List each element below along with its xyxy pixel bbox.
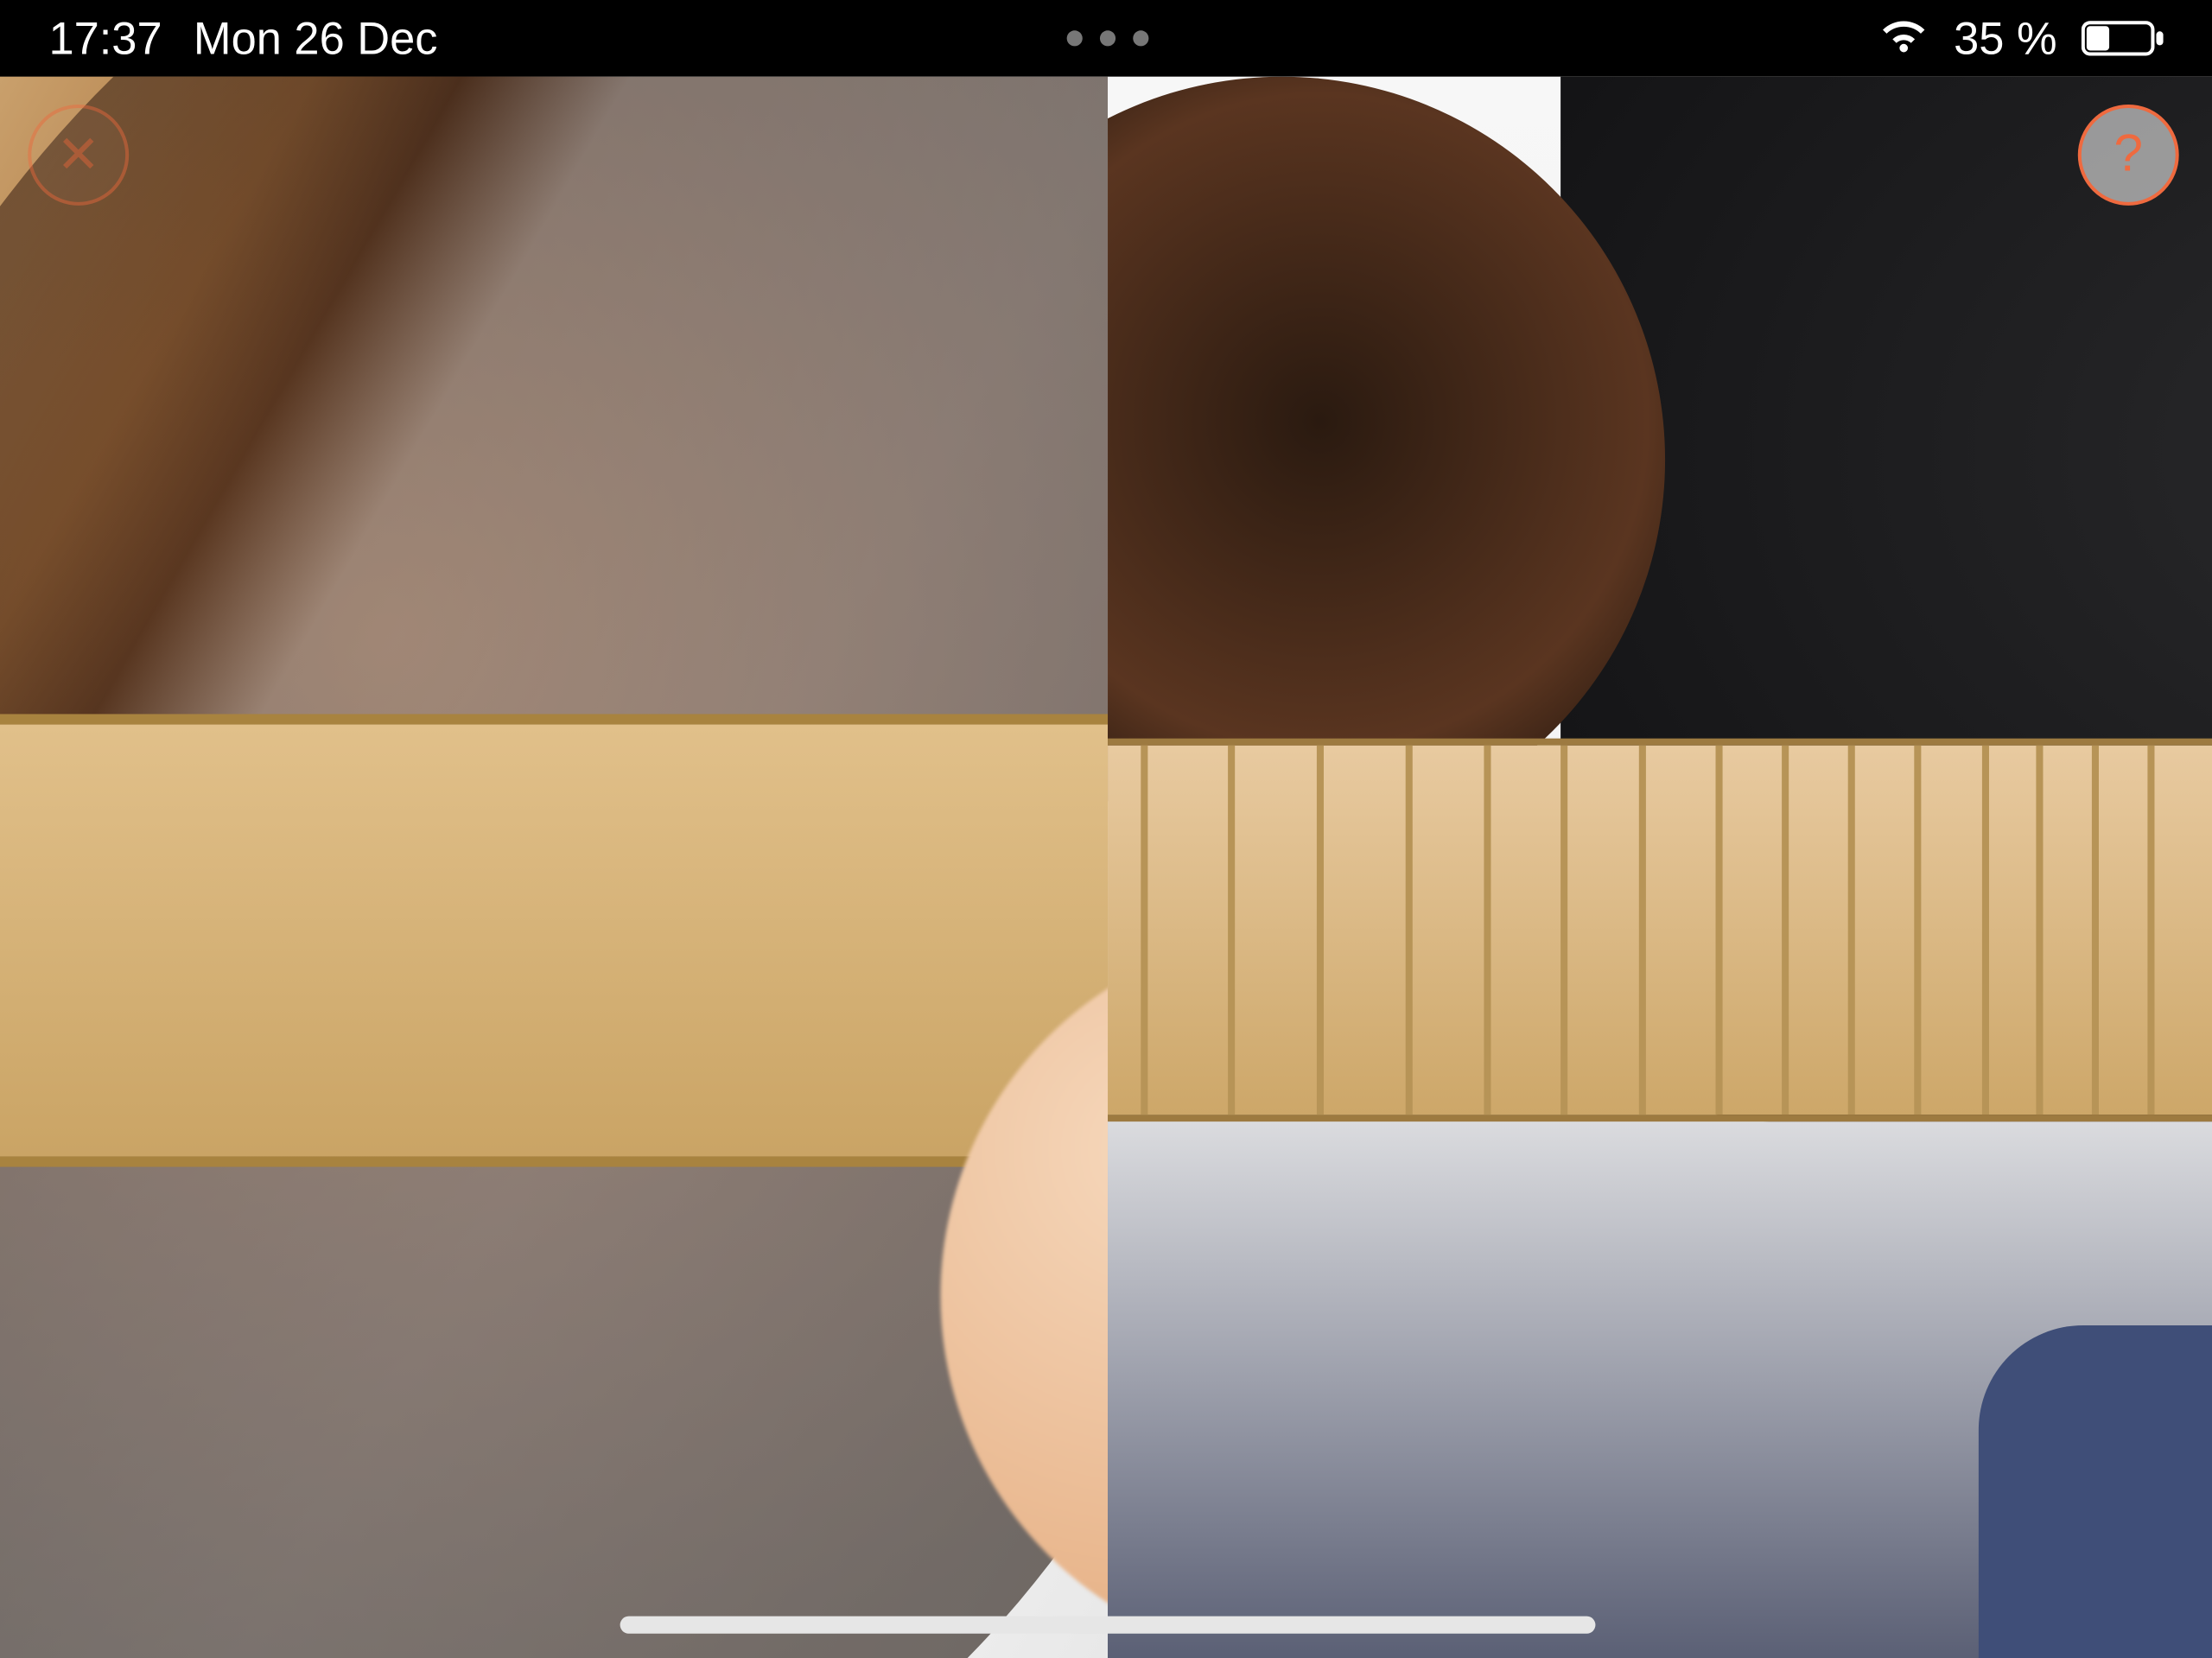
lesson-video-area[interactable]: ✕ ? <box>0 77 2212 1658</box>
video-angle-fretting-hand <box>1107 77 2212 1658</box>
status-time: 17:37 <box>48 11 162 65</box>
multitask-dots[interactable] <box>1066 30 1148 46</box>
close-button[interactable]: ✕ <box>28 105 129 206</box>
ipad-status-bar: 17:37 Mon 26 Dec 35 % <box>0 0 2212 77</box>
video-angle-picking-hand <box>0 77 1107 1658</box>
battery-percent: 35 % <box>1954 11 2056 65</box>
status-date: Mon 26 Dec <box>194 11 438 65</box>
home-indicator[interactable] <box>620 1617 1595 1634</box>
wifi-icon <box>1877 19 1929 57</box>
help-button[interactable]: ? <box>2078 105 2179 206</box>
battery-icon <box>2082 19 2165 57</box>
